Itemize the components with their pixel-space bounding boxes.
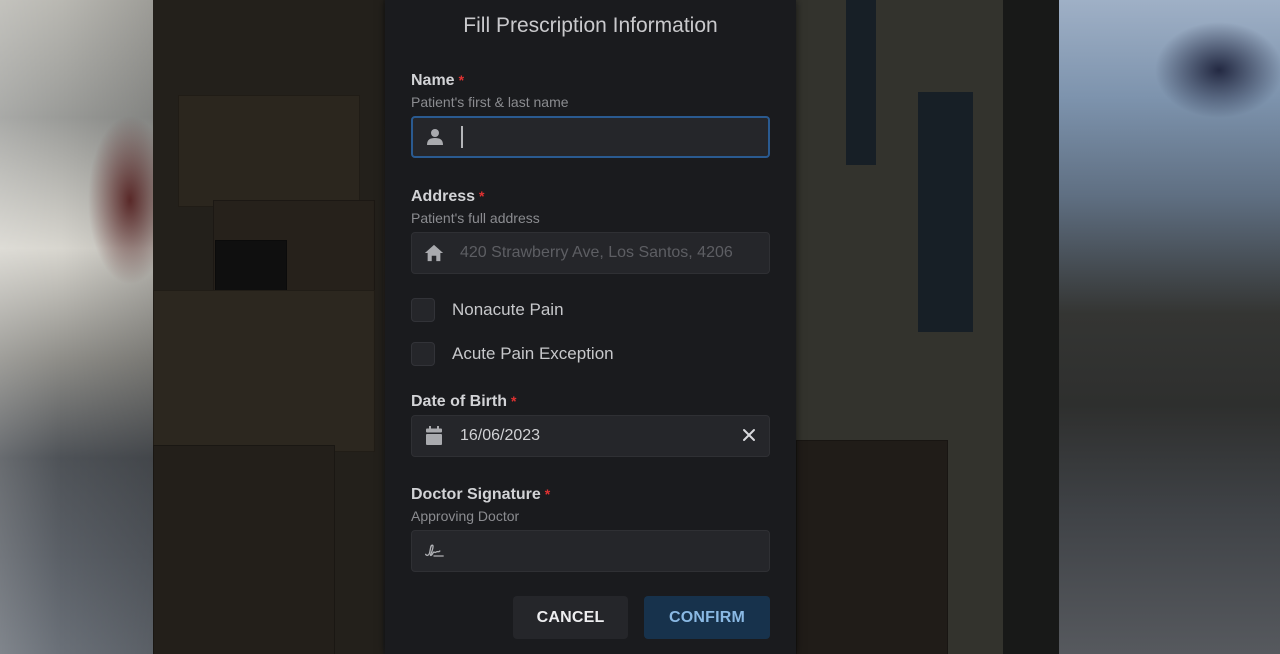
nonacute-pain-checkbox[interactable] — [411, 298, 435, 322]
required-indicator: * — [479, 188, 485, 204]
doctor-signature-label-text: Doctor Signature — [411, 486, 541, 503]
doctor-signature-description: Approving Doctor — [411, 508, 520, 524]
address-description: Patient's full address — [411, 210, 540, 226]
acute-pain-exception-option[interactable]: Acute Pain Exception — [411, 342, 614, 366]
cancel-button[interactable]: CANCEL — [513, 596, 628, 639]
signature-icon — [424, 541, 444, 561]
name-label: Name * — [411, 70, 770, 90]
user-icon — [425, 127, 445, 147]
date-of-birth-value: 16/06/2023 — [460, 427, 541, 444]
date-of-birth-label: Date of Birth * — [411, 391, 770, 411]
required-indicator: * — [458, 72, 465, 88]
name-input[interactable] — [411, 116, 770, 158]
background-blur-right — [1059, 0, 1280, 654]
nonacute-pain-label: Nonacute Pain — [452, 300, 564, 319]
confirm-button[interactable]: CONFIRM — [644, 596, 770, 639]
required-indicator: * — [511, 393, 517, 409]
doctor-signature-input[interactable] — [411, 530, 770, 572]
address-label-text: Address — [411, 188, 476, 205]
modal-title: Fill Prescription Information — [463, 14, 718, 37]
address-text-input[interactable] — [460, 244, 769, 262]
date-of-birth-label-text: Date of Birth — [411, 393, 507, 410]
prescription-modal: Fill Prescription Information Name * Pati… — [385, 0, 796, 654]
name-label-text: Name — [411, 72, 455, 89]
text-cursor — [461, 126, 463, 148]
doctor-signature-label: Doctor Signature * — [411, 484, 770, 504]
address-field: Address * Patient's full address — [411, 186, 770, 274]
required-indicator: * — [544, 486, 551, 502]
background-blur-left — [0, 0, 153, 654]
address-input[interactable] — [411, 232, 770, 274]
name-field: Name * Patient's first & last name — [411, 70, 770, 158]
calendar-icon — [424, 426, 444, 446]
nonacute-pain-option[interactable]: Nonacute Pain — [411, 298, 564, 322]
acute-pain-exception-checkbox[interactable] — [411, 342, 435, 366]
home-icon — [424, 243, 444, 263]
date-of-birth-field: Date of Birth * 16/06/2023 — [411, 391, 770, 457]
address-label: Address * — [411, 186, 770, 206]
doctor-signature-field: Doctor Signature * Approving Doctor — [411, 484, 770, 572]
close-icon[interactable] — [741, 427, 757, 443]
name-description: Patient's first & last name — [411, 94, 569, 110]
acute-pain-exception-label: Acute Pain Exception — [452, 344, 614, 363]
date-of-birth-input[interactable]: 16/06/2023 — [411, 415, 770, 457]
doctor-signature-text-input[interactable] — [460, 542, 769, 560]
